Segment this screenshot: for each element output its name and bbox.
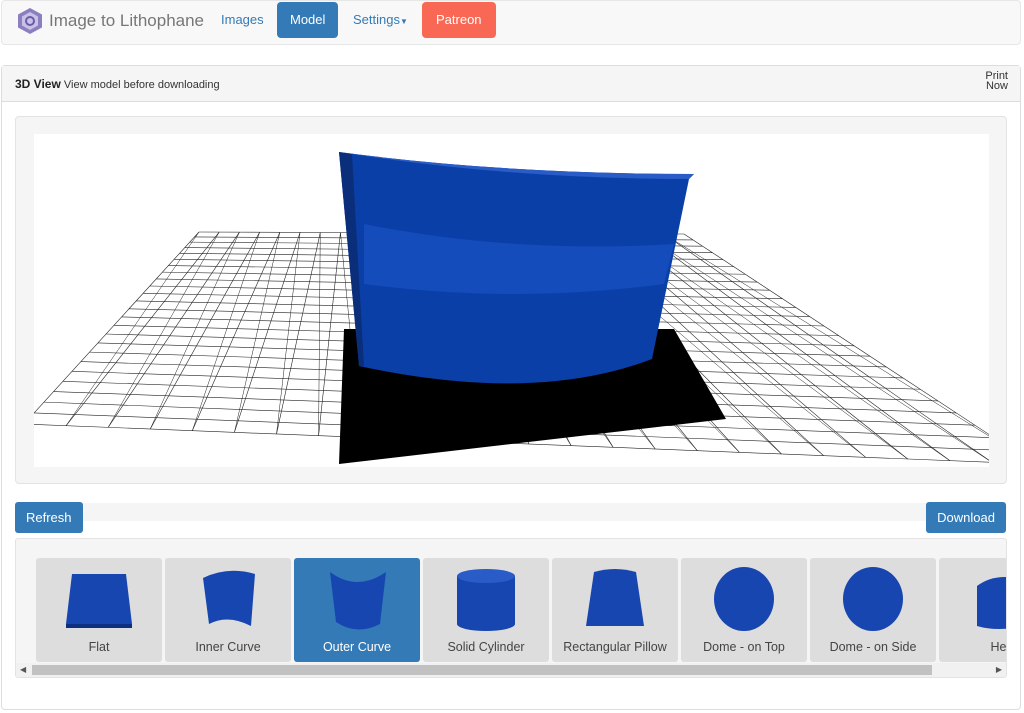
now-label: Now: [985, 80, 1008, 92]
scrollbar-thumb[interactable]: [32, 665, 932, 675]
3d-view-panel: 3D View View model before downloading Pr…: [1, 65, 1021, 710]
progress-bar: [15, 503, 1007, 521]
3d-canvas[interactable]: [34, 134, 989, 467]
model-option-label: Rectangular Pillow: [563, 640, 667, 654]
model-option-outer-curve[interactable]: Outer Curve: [294, 558, 420, 662]
nav-settings-label: Settings: [353, 12, 400, 27]
nav-images[interactable]: Images: [208, 2, 277, 38]
model-option-heart[interactable]: Hea: [939, 558, 1007, 662]
navbar: Image to Lithophane Images Model Setting…: [1, 0, 1021, 45]
model-gallery: Flat Inner Curve Outer Curve Solid Cylinder…: [15, 538, 1007, 678]
model-option-label: Dome - on Top: [703, 640, 785, 654]
panel-subtitle: View model before downloading: [63, 79, 220, 91]
outer-curve-thumbnail-icon: [330, 572, 386, 630]
model-option-label: Hea: [990, 640, 1007, 654]
viewport-well: [15, 116, 1007, 484]
pillow-thumbnail-icon: [586, 569, 644, 626]
dome-thumbnail-icon: [714, 567, 774, 631]
model-option-label: Dome - on Side: [829, 640, 917, 654]
scroll-right-icon[interactable]: ▶: [996, 665, 1002, 674]
inner-curve-thumbnail-icon: [203, 570, 255, 626]
horizontal-scrollbar[interactable]: ◀ ▶: [16, 663, 1006, 677]
scroll-left-icon[interactable]: ◀: [20, 665, 26, 674]
heart-thumbnail-icon: [977, 577, 1006, 629]
model-option-pillow[interactable]: Rectangular Pillow: [552, 558, 678, 662]
cylinder-thumbnail-icon: [457, 569, 515, 631]
nav-patreon[interactable]: Patreon: [422, 2, 496, 38]
3d-scene[interactable]: [34, 134, 989, 467]
model-option-dome[interactable]: Dome - on Top: [681, 558, 807, 662]
model-option-label: Flat: [88, 640, 110, 654]
logo-icon: [18, 8, 42, 34]
brand-name: Image to Lithophane: [49, 11, 205, 30]
dome-thumbnail-icon: [843, 567, 903, 631]
model-option-inner-curve[interactable]: Inner Curve: [165, 558, 291, 662]
model-option-label: Solid Cylinder: [447, 640, 525, 654]
nav-model[interactable]: Model: [277, 2, 339, 38]
print-now-link[interactable]: Print Now: [985, 71, 1008, 92]
caret-down-icon: ▼: [399, 17, 408, 26]
nav-settings[interactable]: Settings▼: [340, 2, 421, 38]
flat-thumbnail-icon: [66, 574, 132, 628]
refresh-button[interactable]: Refresh: [15, 502, 83, 533]
model-option-label: Inner Curve: [195, 640, 261, 654]
download-button[interactable]: Download: [926, 502, 1006, 533]
panel-title: 3D View: [15, 77, 61, 91]
model-option-dome[interactable]: Dome - on Side: [810, 558, 936, 662]
model-option-cylinder[interactable]: Solid Cylinder: [423, 558, 549, 662]
panel-header: 3D View View model before downloading Pr…: [2, 66, 1020, 102]
model-option-flat[interactable]: Flat: [36, 558, 162, 662]
brand[interactable]: Image to Lithophane: [17, 7, 204, 35]
model-option-label: Outer Curve: [322, 640, 392, 654]
